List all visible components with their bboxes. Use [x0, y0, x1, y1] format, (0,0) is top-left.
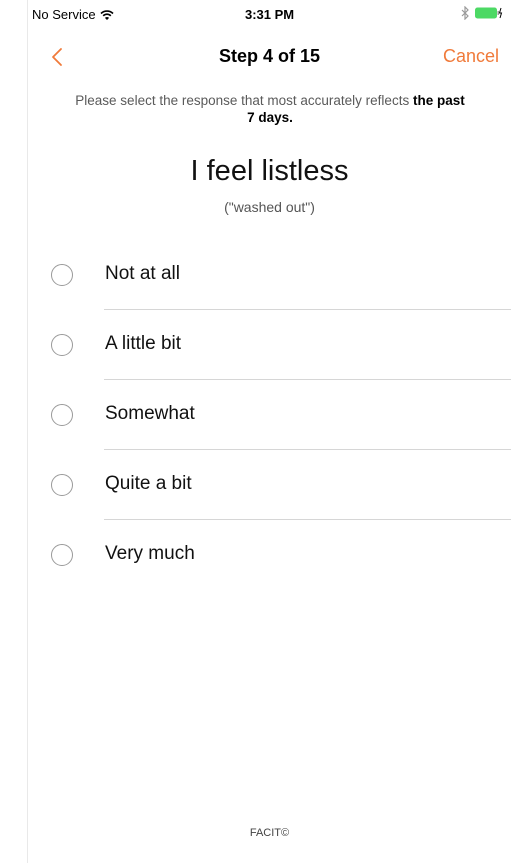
option-label: Very much — [105, 543, 195, 564]
radio-button[interactable] — [51, 334, 73, 356]
battery-icon — [475, 7, 503, 19]
option-label: A little bit — [105, 333, 182, 354]
option-label: Not at all — [105, 263, 180, 284]
cancel-button[interactable]: Cancel — [443, 46, 499, 67]
bluetooth-icon — [461, 6, 469, 20]
navigation-bar: Step 4 of 15 Cancel — [28, 36, 511, 80]
step-title: Step 4 of 15 — [218, 46, 321, 66]
radio-button[interactable] — [51, 474, 73, 496]
radio-button[interactable] — [51, 544, 73, 566]
carrier-label: No Service — [32, 7, 96, 22]
question-title: I feel listless — [190, 155, 349, 187]
option-quite-a-bit[interactable]: Quite a bit — [28, 450, 511, 520]
carrier-group: No Service — [32, 7, 114, 22]
wifi-icon — [100, 9, 114, 20]
instructions: Please select the response that most acc… — [70, 92, 470, 126]
option-label: Quite a bit — [105, 473, 192, 494]
option-a-little-bit[interactable]: A little bit — [28, 310, 511, 380]
option-somewhat[interactable]: Somewhat — [28, 380, 511, 450]
radio-button[interactable] — [51, 264, 73, 286]
copyright-footer: FACIT© — [249, 827, 290, 839]
radio-button[interactable] — [51, 404, 73, 426]
question-subtitle: ("washed out") — [224, 199, 315, 215]
status-right-group — [461, 6, 503, 20]
status-bar: No Service 3:31 PM — [30, 0, 511, 30]
status-time: 3:31 PM — [245, 7, 295, 22]
option-label: Somewhat — [105, 403, 195, 424]
option-very-much[interactable]: Very much — [28, 520, 511, 590]
response-options: Not at all A little bit Somewhat Quite a… — [28, 240, 511, 590]
instructions-text: Please select the response that most acc… — [75, 93, 413, 108]
option-not-at-all[interactable]: Not at all — [28, 240, 511, 310]
survey-screen: No Service 3:31 PM Step 4 of 15 Cancel P… — [0, 0, 511, 863]
